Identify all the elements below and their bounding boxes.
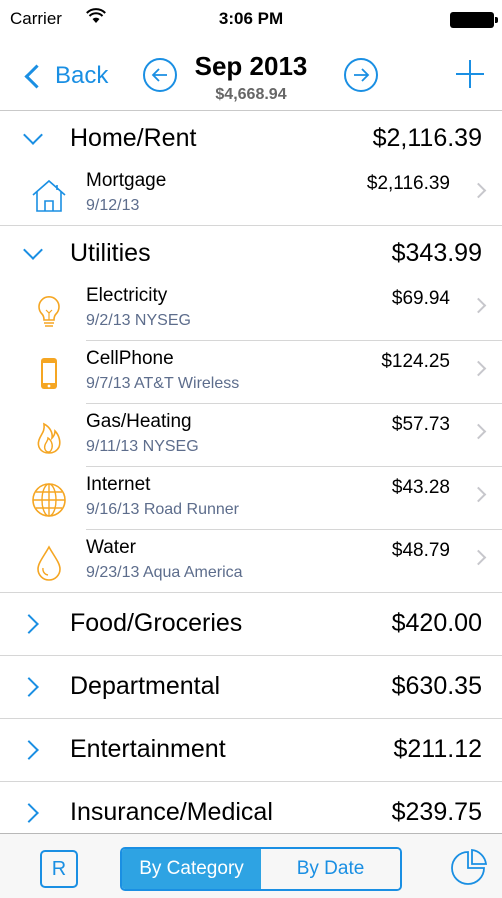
category-amount: $211.12 [393, 735, 482, 763]
page-title: Sep 2013 [194, 51, 308, 81]
bottom-toolbar: R By Category By Date [0, 833, 502, 898]
category-amount: $343.99 [391, 239, 482, 267]
chevron-right-icon [470, 182, 487, 199]
expense-amount: $2,116.39 [366, 173, 450, 194]
r-button[interactable]: R [40, 850, 78, 888]
category-row-home-rent[interactable]: Home/Rent $2,116.39 [0, 111, 502, 163]
view-mode-segmented-control: By Category By Date [120, 847, 402, 891]
arrow-right-icon [354, 68, 370, 82]
lightbulb-icon [38, 296, 60, 327]
water-drop-icon [37, 545, 61, 581]
chevron-right-icon [19, 614, 39, 634]
add-expense-button[interactable] [456, 60, 484, 88]
battery-icon [450, 12, 498, 28]
category-name: Insurance/Medical [70, 798, 273, 826]
category-row-food-groceries[interactable]: Food/Groceries $420.00 [0, 593, 502, 656]
house-icon [32, 179, 66, 212]
chevron-right-icon [470, 360, 487, 377]
next-month-button[interactable] [344, 58, 378, 92]
expense-title: Water [86, 537, 136, 558]
expense-date: 9/23/13 Aqua America [86, 564, 243, 581]
pie-chart-button[interactable] [448, 848, 488, 888]
segment-by-category[interactable]: By Category [122, 849, 261, 889]
expense-date: 9/16/13 Road Runner [86, 501, 239, 518]
navigation-bar: Back Sep 2013 $4,668.94 [0, 38, 502, 111]
expense-row-gas-heating[interactable]: Gas/Heating 9/11/13 NYSEG $57.73 [0, 404, 502, 467]
expense-date: 9/7/13 AT&T Wireless [86, 375, 240, 392]
category-name: Departmental [70, 672, 221, 700]
category-name: Food/Groceries [70, 609, 243, 637]
expense-amount: $69.94 [391, 288, 450, 309]
globe-icon [32, 483, 66, 517]
category-name: Entertainment [70, 735, 226, 763]
expense-row-electricity[interactable]: Electricity 9/2/13 NYSEG $69.94 [0, 278, 502, 341]
category-amount: $239.75 [391, 798, 482, 826]
segment-by-date[interactable]: By Date [261, 849, 400, 889]
chevron-right-icon [470, 486, 487, 503]
chevron-right-icon [470, 549, 487, 566]
expense-title: Mortgage [86, 170, 167, 191]
chevron-down-icon [23, 125, 43, 145]
expense-date: 9/11/13 NYSEG [86, 438, 199, 455]
category-name: Home/Rent [70, 124, 197, 152]
phone-icon [41, 358, 57, 389]
expense-date: 9/2/13 NYSEG [86, 312, 191, 329]
chevron-right-icon [470, 297, 487, 314]
pie-chart-icon [451, 848, 488, 885]
expense-title: Internet [86, 474, 151, 495]
flame-icon [37, 422, 61, 454]
expense-amount: $57.73 [391, 414, 450, 435]
month-total: $4,668.94 [215, 86, 287, 103]
category-amount: $420.00 [391, 609, 482, 637]
category-row-entertainment[interactable]: Entertainment $211.12 [0, 719, 502, 782]
category-amount: $630.35 [391, 672, 482, 700]
expense-title: Gas/Heating [86, 411, 192, 432]
status-bar: Carrier 3:06 PM [0, 0, 502, 38]
category-row-utilities[interactable]: Utilities $343.99 [0, 226, 502, 278]
chevron-right-icon [470, 423, 487, 440]
category-row-departmental[interactable]: Departmental $630.35 [0, 656, 502, 719]
category-amount: $2,116.39 [372, 124, 482, 152]
expense-list: Home/Rent $2,116.39 Mortgage 9/12/13 $2,… [0, 111, 502, 833]
expense-row-cellphone[interactable]: CellPhone 9/7/13 AT&T Wireless $124.25 [0, 341, 502, 404]
expense-row-water[interactable]: Water 9/23/13 Aqua America $48.79 [0, 530, 502, 593]
expense-amount: $48.79 [391, 540, 450, 561]
expense-amount: $43.28 [391, 477, 450, 498]
expense-title: Electricity [86, 285, 168, 306]
expense-row-mortgage[interactable]: Mortgage 9/12/13 $2,116.39 [0, 163, 502, 226]
chevron-right-icon [19, 803, 39, 823]
expense-row-internet[interactable]: Internet 9/16/13 Road Runner $43.28 [0, 467, 502, 530]
chevron-right-icon [19, 740, 39, 760]
category-row-insurance-medical[interactable]: Insurance/Medical $239.75 [0, 782, 502, 833]
expense-amount: $124.25 [381, 351, 450, 372]
chevron-right-icon [19, 677, 39, 697]
expense-title: CellPhone [86, 348, 174, 369]
expense-date: 9/12/13 [86, 197, 140, 214]
clock: 3:06 PM [218, 9, 284, 28]
category-name: Utilities [70, 239, 151, 267]
chevron-down-icon [23, 240, 43, 260]
